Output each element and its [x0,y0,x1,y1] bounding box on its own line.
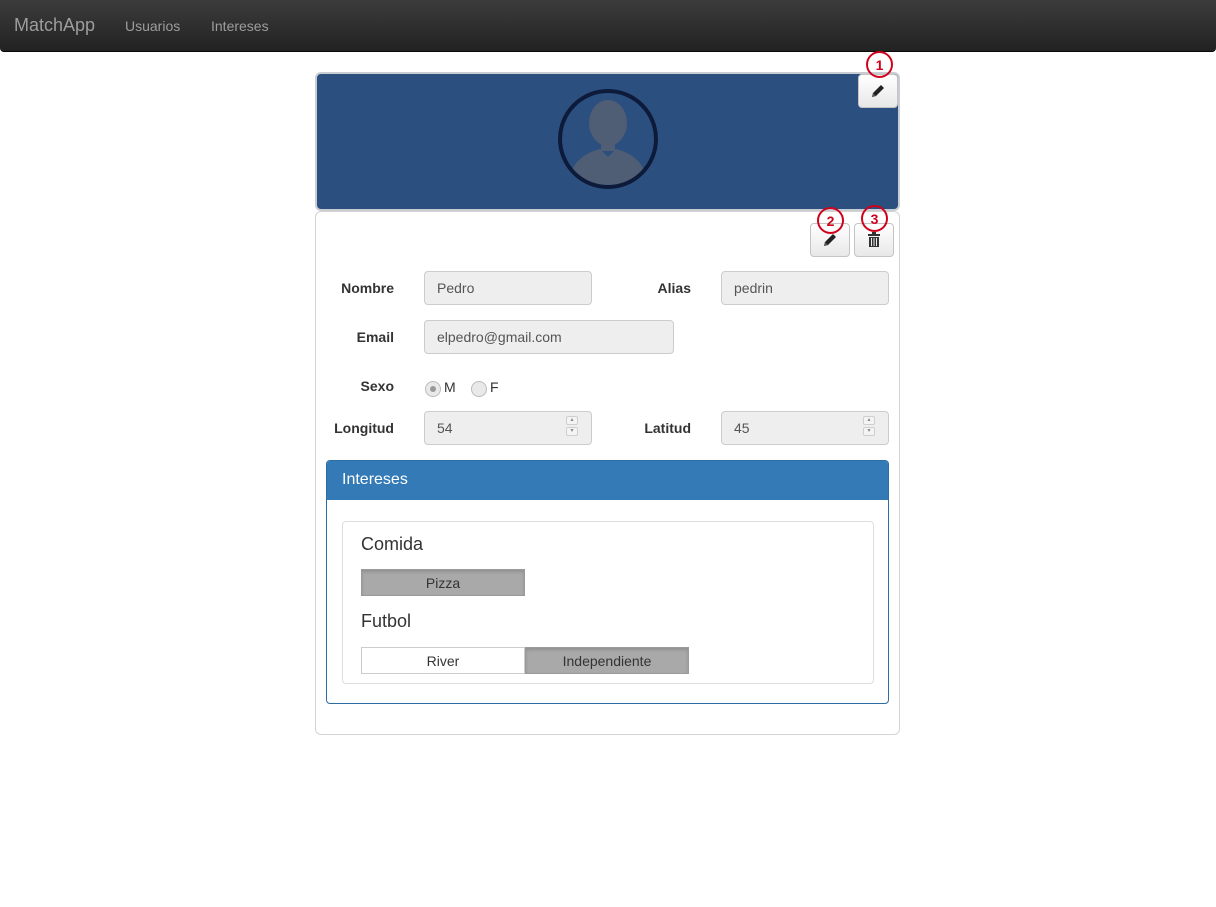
intereses-panel: Intereses Comida Pizza Futbol River Inde… [326,460,889,704]
pencil-icon [824,234,836,246]
sexo-label: Sexo [360,378,394,394]
spin-down-icon[interactable]: ▾ [566,427,578,436]
nombre-field[interactable]: Pedro [424,271,592,305]
navbar-brand[interactable]: MatchApp [14,15,95,36]
avatar [558,89,658,189]
marker-3: 3 [861,205,888,232]
email-label: Email [356,329,394,345]
profile-header [315,72,900,211]
latitud-field[interactable]: 45 ▴ ▾ [721,411,889,445]
marker-1: 1 [866,51,893,78]
sexo-option-m-label: M [444,379,456,395]
longitud-field[interactable]: 54 ▴ ▾ [424,411,592,445]
latitud-label: Latitud [644,420,691,436]
edit-header-button[interactable] [858,74,898,108]
category-title-comida: Comida [361,534,424,554]
spin-up-icon[interactable]: ▴ [566,416,578,425]
intereses-panel-title: Intereses [327,461,888,500]
sexo-option-f-label: F [490,379,499,395]
latitud-value: 45 [734,420,750,436]
marker-2: 2 [817,207,844,234]
nombre-label: Nombre [341,280,394,296]
interest-chip-independiente[interactable]: Independiente [525,647,689,674]
pencil-icon [872,85,884,97]
sexo-radio-m[interactable] [425,381,441,397]
sexo-radio-f[interactable] [471,381,487,397]
longitud-value: 54 [437,420,453,436]
latitud-spinner[interactable]: ▴ ▾ [863,416,875,438]
interest-chip-river[interactable]: River [361,647,525,674]
longitud-spinner[interactable]: ▴ ▾ [566,416,578,438]
spin-down-icon[interactable]: ▾ [863,427,875,436]
alias-label: Alias [657,280,691,296]
intereses-list: Comida Pizza Futbol River Independiente [342,521,874,684]
nav-link-usuarios[interactable]: Usuarios [125,18,180,34]
trash-icon [868,232,880,247]
user-silhouette-icon [568,100,648,185]
nav-link-intereses[interactable]: Intereses [211,18,269,34]
email-field[interactable]: elpedro@gmail.com [424,320,674,354]
interest-chip-pizza[interactable]: Pizza [361,569,525,596]
category-title-futbol: Futbol [361,611,412,631]
longitud-label: Longitud [334,420,394,436]
alias-field[interactable]: pedrin [721,271,889,305]
spin-up-icon[interactable]: ▴ [863,416,875,425]
navbar: MatchApp Usuarios Intereses [0,0,1216,52]
